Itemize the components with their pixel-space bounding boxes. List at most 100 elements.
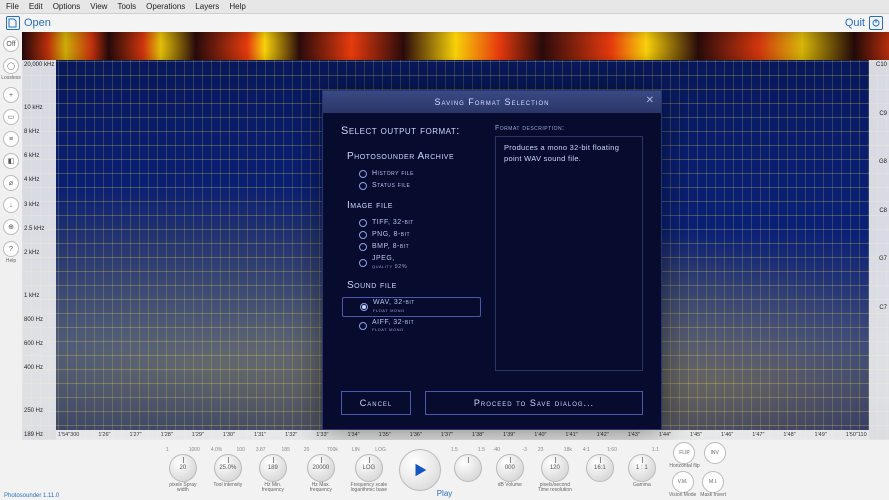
knob-8[interactable]: 16:1 [586, 454, 614, 482]
radio-image-0[interactable]: TIFF, 32-bit [341, 217, 481, 229]
radio-image-3[interactable]: JPEG,quality 92% [341, 253, 481, 272]
knob-3[interactable]: 20000 [307, 454, 335, 482]
radio-sound-1[interactable]: AIFF, 32-bitfloat mono [341, 317, 481, 336]
time-tick: 1'39" [503, 432, 515, 438]
time-tick: 1'48" [783, 432, 795, 438]
dialog-titlebar[interactable]: Saving Format Selection ✕ [323, 91, 661, 113]
radio-image-1[interactable]: PNG, 8-bit [341, 229, 481, 241]
knob-range: -40-3 [493, 447, 527, 453]
knob-6[interactable]: 000 [496, 454, 524, 482]
menu-options[interactable]: Options [53, 2, 81, 11]
time-tick: 1'28" [161, 432, 173, 438]
note-tick: C7 [869, 305, 889, 311]
radio-icon [359, 231, 367, 239]
knob-label: pixels/second Time resolution [535, 483, 575, 494]
time-tick: 1'40" [534, 432, 546, 438]
toggle-inv[interactable]: INV [704, 442, 726, 464]
quit-label: Quit [845, 17, 865, 29]
loop-tool[interactable]: ⊕ [3, 219, 19, 235]
radio-icon [359, 219, 367, 227]
freq-tick: 800 Hz [22, 317, 56, 323]
frequency-axis: 20,000 kHz10 kHz8 kHz6 kHz4 kHz3 kHz2.5 … [22, 60, 56, 440]
palette-tool[interactable]: ◧ [3, 153, 19, 169]
note-tick: G7 [869, 256, 889, 262]
menu-tools[interactable]: Tools [117, 2, 136, 11]
waveform-overview[interactable] [22, 32, 889, 60]
toggle-flip[interactable]: FLIP [673, 442, 695, 464]
note-tick: C8 [869, 208, 889, 214]
format-description-text: Produces a mono 32-bit floating point WA… [495, 136, 643, 371]
knob-range: LINLOG [352, 447, 386, 453]
time-tick: 1'34" [347, 432, 359, 438]
play-button[interactable] [399, 449, 441, 491]
knob-9[interactable]: 1 : 1 [628, 454, 656, 482]
document-icon [6, 16, 20, 30]
freq-tick: 2.5 kHz [22, 226, 56, 232]
rect-tool[interactable]: ▭ [3, 109, 19, 125]
knob-0[interactable]: 20 [169, 454, 197, 482]
radio-archive-1[interactable]: Status file [341, 180, 481, 192]
dialog-title: Saving Format Selection [435, 97, 550, 107]
top-bar: Open Quit [0, 14, 889, 32]
help-button[interactable]: ? [3, 241, 19, 257]
freq-tick: 189 Hz [22, 432, 56, 438]
menu-file[interactable]: File [6, 2, 19, 11]
radio-sound-0[interactable]: WAV, 32-bitfloat mono [342, 297, 481, 316]
menu-view[interactable]: View [90, 2, 107, 11]
radio-archive-0[interactable]: History file [341, 168, 481, 180]
toggle-label: Mask Invert [700, 493, 726, 499]
time-tick: 1'36" [410, 432, 422, 438]
open-button[interactable]: Open [6, 16, 51, 30]
freq-tick: 2 kHz [22, 250, 56, 256]
knob-label: pixels Spray width [163, 483, 203, 494]
time-tick: 1'54"300 [58, 432, 79, 438]
add-button[interactable]: + [3, 87, 19, 103]
toggle-label: Horizontal flip [669, 464, 699, 470]
knob-range: 11000 [166, 447, 200, 453]
download-tool[interactable]: ↓ [3, 197, 19, 213]
toggle-m.i.[interactable]: M.I. [702, 471, 724, 493]
time-tick: 1'35" [379, 432, 391, 438]
off-button[interactable]: Off [3, 36, 19, 52]
time-tick: 1'37" [441, 432, 453, 438]
radio-label: TIFF, 32-bit [372, 219, 414, 227]
radio-label: History file [372, 170, 414, 178]
radio-label: AIFF, 32-bitfloat mono [372, 319, 414, 334]
radio-icon [359, 243, 367, 251]
time-tick: 1'33" [316, 432, 328, 438]
proceed-button[interactable]: Proceed to Save dialog... [425, 391, 643, 415]
radio-image-2[interactable]: BMP, 8-bit [341, 241, 481, 253]
radio-label: WAV, 32-bitfloat mono [373, 299, 415, 314]
close-icon[interactable]: ✕ [646, 95, 655, 106]
menu-edit[interactable]: Edit [29, 2, 43, 11]
left-toolbar: Off◯Lossless+▭≡◧⌀↓⊕?Help [0, 32, 22, 440]
time-tick: 1'45" [690, 432, 702, 438]
dialog-heading: Select output format: [341, 125, 481, 137]
knob-label: Hz Min. frequency [253, 483, 293, 494]
radio-label: PNG, 8-bit [372, 231, 410, 239]
knob-4[interactable]: LOG [355, 454, 383, 482]
lossless-button[interactable]: ◯ [3, 58, 19, 74]
knob-label: dB Volume [498, 483, 522, 489]
menu-help[interactable]: Help [229, 2, 245, 11]
main-area: Off◯Lossless+▭≡◧⌀↓⊕?Help 20,000 kHz10 kH… [0, 32, 889, 440]
cancel-button[interactable]: Cancel [341, 391, 411, 415]
section-image-label: Image file [347, 200, 481, 211]
knob-2[interactable]: 189 [259, 454, 287, 482]
time-tick: 1'27" [129, 432, 141, 438]
knob-7[interactable]: 120 [541, 454, 569, 482]
toggle-v.m.[interactable]: V.M. [672, 471, 694, 493]
menu-layers[interactable]: Layers [195, 2, 219, 11]
knob-range: 20700k [304, 447, 338, 453]
freq-tick: 250 Hz [22, 408, 56, 414]
menu-operations[interactable]: Operations [146, 2, 185, 11]
quit-button[interactable]: Quit [845, 16, 883, 30]
knob-1[interactable]: 25.0% [214, 454, 242, 482]
radio-label: BMP, 8-bit [372, 243, 409, 251]
spectrogram-viewport[interactable]: 20,000 kHz10 kHz8 kHz6 kHz4 kHz3 kHz2.5 … [22, 32, 889, 440]
note-tick: C9 [869, 111, 889, 117]
freq-tick: 8 kHz [22, 129, 56, 135]
layers-tool[interactable]: ≡ [3, 131, 19, 147]
measure-tool[interactable]: ⌀ [3, 175, 19, 191]
knob-5[interactable] [454, 454, 482, 482]
